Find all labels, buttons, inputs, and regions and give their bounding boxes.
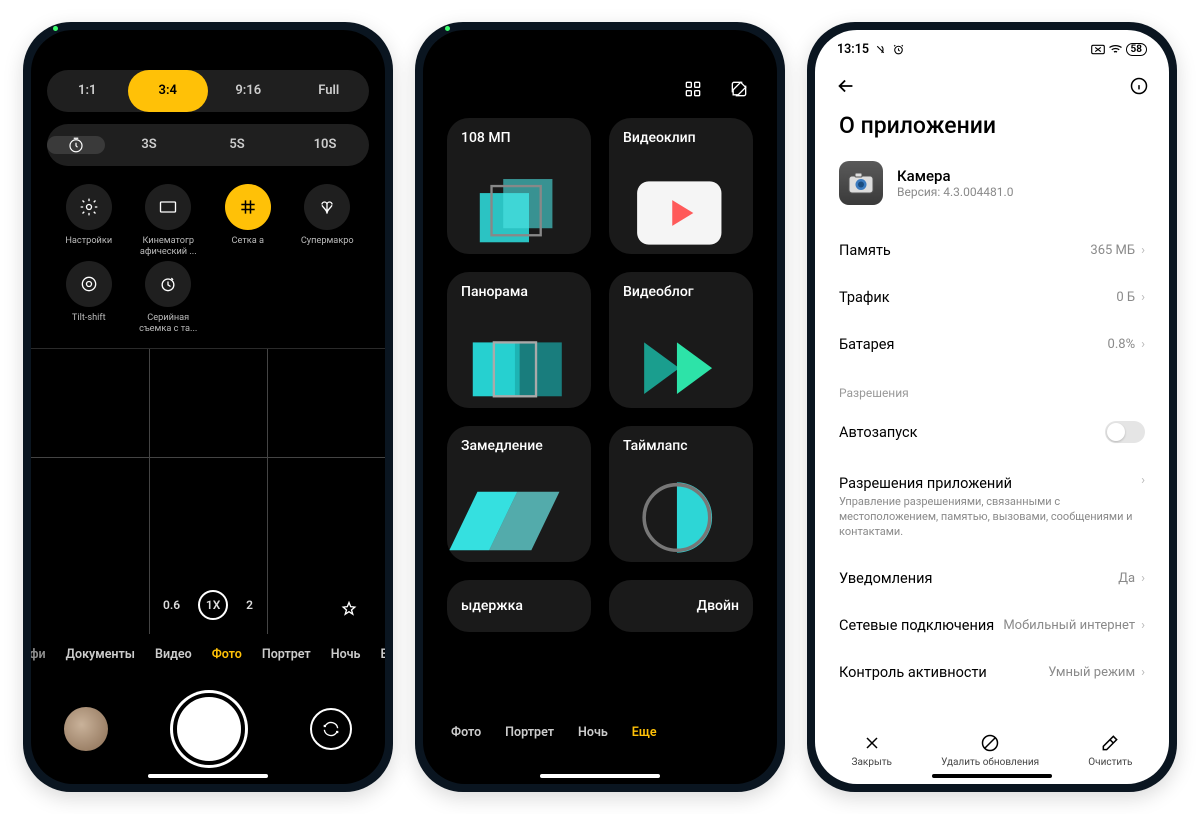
zoom-1x[interactable]: 1X (198, 590, 228, 620)
tile-timelapse[interactable]: Таймлапс (609, 426, 753, 562)
ratio-3-4[interactable]: 3:4 (128, 70, 209, 112)
tile-vlog[interactable]: Видеоблог (609, 272, 753, 408)
tile-108mp[interactable]: 108 МП (447, 118, 591, 254)
row-memory[interactable]: Память365 МБ› (815, 227, 1169, 274)
tile-videoclip[interactable]: Видеоклип (609, 118, 753, 254)
mode-strip[interactable]: зфи Документы Видео Фото Портрет Ночь Ещ… (31, 634, 385, 674)
mode-portrait[interactable]: Портрет (262, 647, 311, 662)
page-title: О приложении (815, 110, 1169, 157)
alarm-icon (892, 43, 905, 56)
status-time: 13:15 (837, 42, 869, 57)
battery-icon: 58 (1126, 43, 1147, 56)
section-permissions: Разрешения (815, 368, 1169, 406)
phone-app-info: 13:15 58 О приложении Камера Версия: 4.3… (807, 22, 1177, 792)
zoom-0-6[interactable]: 0.6 (163, 598, 180, 612)
mode-strip[interactable]: Фото Портрет Ночь Еще (423, 712, 777, 752)
tile-slowmo[interactable]: Замедление (447, 426, 591, 562)
zoom-2[interactable]: 2 (246, 598, 253, 612)
app-header: Камера Версия: 4.3.004481.0 (815, 157, 1169, 227)
mute-icon (874, 43, 887, 56)
more-toolbar (423, 60, 777, 118)
filters-icon[interactable] (339, 600, 359, 620)
aspect-ratio-selector: 1:1 3:4 9:16 Full (47, 70, 369, 112)
dnd-icon (1091, 44, 1105, 55)
ratio-1-1[interactable]: 1:1 (47, 70, 128, 112)
mode-photo[interactable]: Фото (451, 725, 481, 740)
mode-night[interactable]: Ночь (578, 725, 608, 740)
autostart-toggle[interactable] (1105, 421, 1145, 443)
phone-camera-main: 1:1 3:4 9:16 Full 3S 5S 10S Настройки Ки… (23, 22, 393, 792)
timer-selector: 3S 5S 10S (47, 124, 369, 166)
row-activity[interactable]: Контроль активностиУмный режим› (815, 649, 1169, 696)
mode-portrait[interactable]: Портрет (505, 725, 554, 740)
app-icon (839, 161, 883, 205)
wifi-icon (1108, 43, 1123, 55)
row-autostart[interactable]: Автозапуск (815, 406, 1169, 458)
row-app-permissions[interactable]: Разрешения приложенийУправление разрешен… (815, 458, 1169, 555)
action-uninstall-updates[interactable]: Удалить обновления (941, 733, 1039, 768)
header (815, 62, 1169, 110)
zoom-selector: 0.6 1X 2 (31, 590, 385, 620)
app-name: Камера (897, 167, 1013, 185)
shutter-button[interactable] (173, 693, 245, 765)
opt-grid[interactable]: Сетка a (208, 184, 288, 257)
ratio-9-16[interactable]: 9:16 (208, 70, 289, 112)
back-icon[interactable] (835, 75, 857, 97)
opt-macro[interactable]: Супермакро (288, 184, 368, 257)
viewfinder[interactable]: 0.6 1X 2 (31, 348, 385, 634)
timer-10s[interactable]: 10S (281, 124, 369, 166)
tile-dual[interactable]: Двойн (609, 580, 753, 632)
mode-more[interactable]: Еще (380, 647, 385, 662)
mode-documents[interactable]: Документы (66, 647, 135, 662)
gallery-thumbnail[interactable] (64, 707, 108, 751)
camera-swap-button[interactable] (310, 708, 352, 750)
tile-exposure[interactable]: ыдержка (447, 580, 591, 632)
layout-icon[interactable] (683, 79, 703, 99)
shutter-row (31, 674, 385, 784)
mode-pro[interactable]: зфи (31, 647, 46, 662)
edit-icon[interactable] (729, 79, 749, 99)
timer-icon[interactable] (47, 136, 105, 154)
opt-tiltshift[interactable]: Tilt-shift (49, 261, 129, 334)
action-close[interactable]: Закрыть (852, 733, 892, 768)
opt-burst[interactable]: Серийная съемка с та... (129, 261, 209, 334)
opt-cinematic[interactable]: Кинематогр афический ... (129, 184, 209, 257)
row-notifications[interactable]: УведомленияДа› (815, 555, 1169, 602)
quick-options: Настройки Кинематогр афический ... Сетка… (49, 184, 367, 334)
action-clear[interactable]: Очистить (1088, 733, 1132, 768)
row-battery[interactable]: Батарея0.8%› (815, 321, 1169, 368)
mode-night[interactable]: Ночь (331, 647, 361, 662)
status-bar: 13:15 58 (815, 36, 1169, 62)
info-icon[interactable] (1129, 76, 1149, 96)
timer-5s[interactable]: 5S (193, 124, 281, 166)
row-network[interactable]: Сетевые подключенияМобильный интернет› (815, 602, 1169, 649)
app-version: Версия: 4.3.004481.0 (897, 185, 1013, 199)
mode-grid: 108 МП Видеоклип Панорама Видеоблог Заме… (423, 118, 777, 712)
mode-more[interactable]: Еще (632, 725, 657, 740)
row-traffic[interactable]: Трафик0 Б› (815, 274, 1169, 321)
opt-settings[interactable]: Настройки (49, 184, 129, 257)
phone-camera-more: 108 МП Видеоклип Панорама Видеоблог Заме… (415, 22, 785, 792)
bottom-actions: Закрыть Удалить обновления Очистить (815, 733, 1169, 768)
timer-3s[interactable]: 3S (105, 124, 193, 166)
mode-video[interactable]: Видео (155, 647, 192, 662)
mode-photo[interactable]: Фото (212, 647, 242, 662)
ratio-full[interactable]: Full (289, 70, 370, 112)
tile-panorama[interactable]: Панорама (447, 272, 591, 408)
